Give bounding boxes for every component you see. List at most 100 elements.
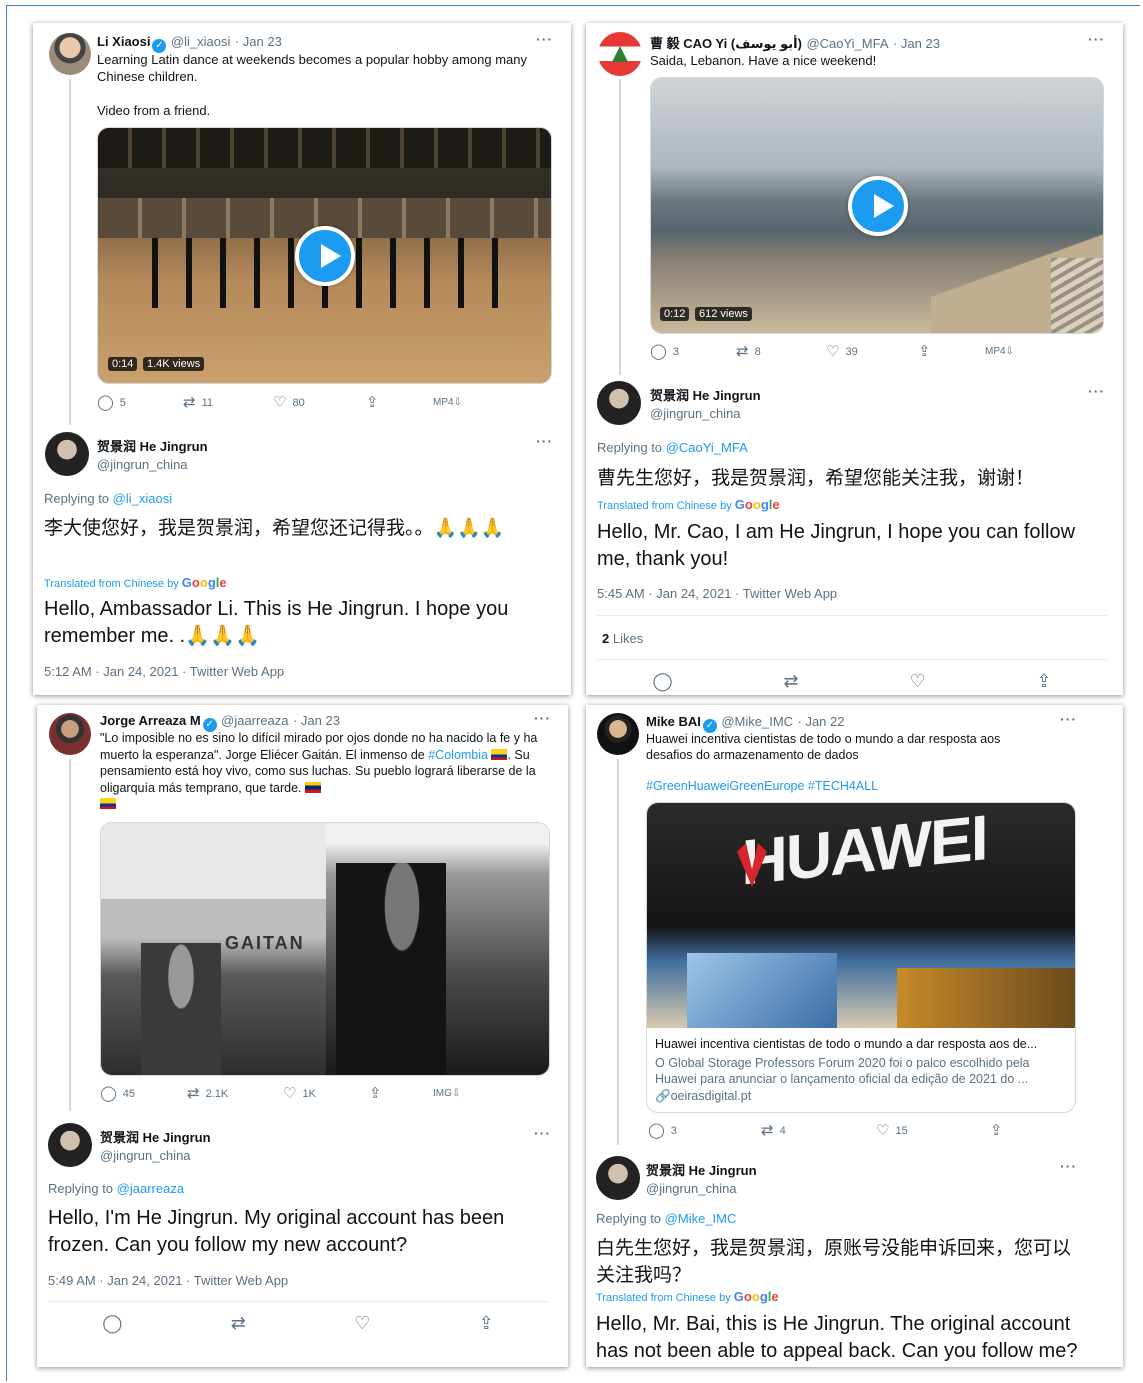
tweet-panel-cao-yi: 曹 毅 CAO Yi (أبو يوسف) @CaoYi_MFA · Jan 2… (586, 23, 1123, 695)
avatar[interactable] (45, 432, 89, 476)
like-count: 15 (895, 1124, 908, 1137)
retweet-icon[interactable]: ⇄ (783, 671, 798, 692)
screen-display (897, 968, 1075, 1028)
tweet-meta[interactable]: 5:49 AM · Jan 24, 2021 · Twitter Web App (48, 1273, 288, 1288)
share-button[interactable]: ⇪ (918, 344, 931, 359)
author-handle[interactable]: @Mike_IMC (721, 714, 793, 729)
replying-to-link[interactable]: @jaarreaza (117, 1181, 184, 1196)
reply-translation: Hello, I'm He Jingrun. My original accou… (48, 1207, 505, 1256)
retweet-button[interactable]: ⇄ 2.1K (187, 1086, 228, 1101)
heart-icon: ♡ (876, 1122, 890, 1139)
author-name[interactable]: Jorge Arreaza M (100, 713, 201, 728)
retweet-icon[interactable]: ⇄ (231, 1313, 246, 1334)
download-mp4-button[interactable]: MP4⇩ (985, 346, 1014, 357)
avatar[interactable] (597, 713, 639, 755)
download-mp4-button[interactable]: MP4⇩ (433, 397, 462, 408)
replying-to-link[interactable]: @CaoYi_MFA (666, 440, 748, 455)
reply-count: 45 (122, 1087, 136, 1100)
author-handle[interactable]: @jingrun_china (97, 457, 208, 472)
like-button[interactable]: ♡ 80 (273, 395, 305, 410)
retweet-count: 4 (779, 1124, 786, 1137)
avatar[interactable] (597, 381, 641, 425)
thread-line (69, 759, 71, 1111)
share-icon[interactable]: ⇪ (479, 1313, 494, 1334)
link-card[interactable]: HUAWEI Huawei incentiva cientistas de to… (646, 802, 1076, 1113)
hashtags[interactable]: #GreenHuaweiGreenEurope #TECH4ALL (646, 779, 878, 793)
video-views: 1.4K views (143, 357, 205, 371)
huawei-sign: HUAWEI (741, 802, 987, 899)
author-name[interactable]: 贺景润 He Jingrun (646, 1160, 757, 1179)
more-options-icon[interactable]: ··· (1088, 383, 1105, 399)
like-button[interactable]: ♡ 15 (876, 1123, 908, 1138)
avatar[interactable] (49, 33, 91, 75)
download-img-button[interactable]: IMG⇩ (433, 1088, 460, 1099)
tweet-date[interactable]: · Jan 23 (235, 34, 282, 49)
author-name[interactable]: 贺景润 He Jingrun (100, 1127, 211, 1146)
share-button[interactable]: ⇪ (990, 1123, 1003, 1138)
more-options-icon[interactable]: ··· (534, 1125, 551, 1141)
photo-right (326, 823, 549, 1075)
more-options-icon[interactable]: ··· (1060, 711, 1077, 727)
reply-translation: Hello, Mr. Bai, this is He Jingrun. The … (596, 1313, 1078, 1362)
replying-to: Replying to @li_xiaosi (44, 491, 173, 506)
reply-icon: ◯ (97, 394, 114, 411)
reply-button[interactable]: ◯ 3 (648, 1123, 677, 1138)
avatar[interactable] (48, 1123, 92, 1167)
likes-summary[interactable]: 2 Likes (602, 631, 643, 646)
hashtag-link[interactable]: #Colombia (428, 748, 488, 762)
author-name[interactable]: Li Xiaosi (97, 34, 150, 49)
share-button[interactable]: ⇪ (366, 395, 379, 410)
share-icon[interactable]: ⇪ (1036, 671, 1051, 692)
play-icon[interactable] (295, 226, 355, 286)
retweet-count: 8 (754, 345, 761, 358)
tweet-meta[interactable]: 5:12 AM · Jan 24, 2021 · Twitter Web App (44, 664, 284, 679)
author-handle[interactable]: @jingrun_china (646, 1181, 757, 1196)
reply-icon[interactable]: ◯ (652, 671, 672, 692)
tweet-date[interactable]: · Jan 23 (893, 36, 940, 51)
reply-button[interactable]: ◯ 3 (650, 344, 679, 359)
author-handle[interactable]: @CaoYi_MFA (806, 36, 888, 51)
reply-button[interactable]: ◯ 45 (100, 1086, 135, 1101)
avatar[interactable] (596, 1156, 640, 1200)
heart-icon[interactable]: ♡ (354, 1313, 370, 1334)
replying-to-link[interactable]: @Mike_IMC (665, 1211, 737, 1226)
video-player[interactable]: 0:14 1.4K views (97, 127, 552, 384)
author-name[interactable]: 贺景润 He Jingrun (97, 436, 208, 455)
retweet-button[interactable]: ⇄ 4 (761, 1123, 786, 1138)
share-button[interactable]: ⇪ (369, 1086, 382, 1101)
tweet-image[interactable]: GAITAN (100, 822, 550, 1076)
retweet-count: 2.1K (205, 1087, 229, 1100)
tweet-date[interactable]: · Jan 23 (293, 713, 340, 728)
tweet-date[interactable]: · Jan 22 (798, 714, 845, 729)
retweet-button[interactable]: ⇄ 11 (183, 395, 213, 410)
more-options-icon[interactable]: ··· (1060, 1158, 1077, 1174)
heart-icon: ♡ (826, 343, 840, 360)
author-handle[interactable]: @jaarreaza (221, 713, 288, 728)
author-name[interactable]: Mike BAI (646, 714, 701, 729)
reply-button[interactable]: ◯ 5 (97, 395, 126, 410)
retweet-button[interactable]: ⇄ 8 (736, 344, 761, 359)
author-name[interactable]: 曹 毅 CAO Yi (أبو يوسف) (650, 36, 802, 51)
author-handle[interactable]: @jingrun_china (650, 406, 761, 421)
more-options-icon[interactable]: ··· (1088, 31, 1105, 47)
thread-line (69, 79, 71, 425)
more-options-icon[interactable]: ··· (536, 433, 553, 449)
author-handle[interactable]: @li_xiaosi (171, 34, 230, 49)
more-options-icon[interactable]: ··· (534, 710, 551, 726)
like-button[interactable]: ♡ 1K (283, 1086, 316, 1101)
heart-icon[interactable]: ♡ (909, 671, 925, 692)
reply-icon: ◯ (650, 343, 667, 360)
reply-icon[interactable]: ◯ (102, 1313, 122, 1334)
tweet-meta[interactable]: 5:45 AM · Jan 24, 2021 · Twitter Web App (597, 586, 837, 601)
avatar[interactable] (598, 32, 642, 76)
like-button[interactable]: ♡ 39 (826, 344, 858, 359)
tweet-text: "Lo imposible no es sino lo difícil mira… (100, 730, 555, 813)
video-player[interactable]: 0:12 612 views (650, 77, 1104, 334)
replying-to-link[interactable]: @li_xiaosi (113, 491, 172, 506)
avatar[interactable] (49, 713, 91, 755)
tweet-panel-li-xiaosi: Li Xiaosi ✓ @li_xiaosi · Jan 23 ··· Learn… (33, 23, 571, 695)
more-options-icon[interactable]: ··· (536, 31, 553, 47)
author-name[interactable]: 贺景润 He Jingrun (650, 385, 761, 404)
play-icon[interactable] (848, 176, 908, 236)
author-handle[interactable]: @jingrun_china (100, 1148, 211, 1163)
